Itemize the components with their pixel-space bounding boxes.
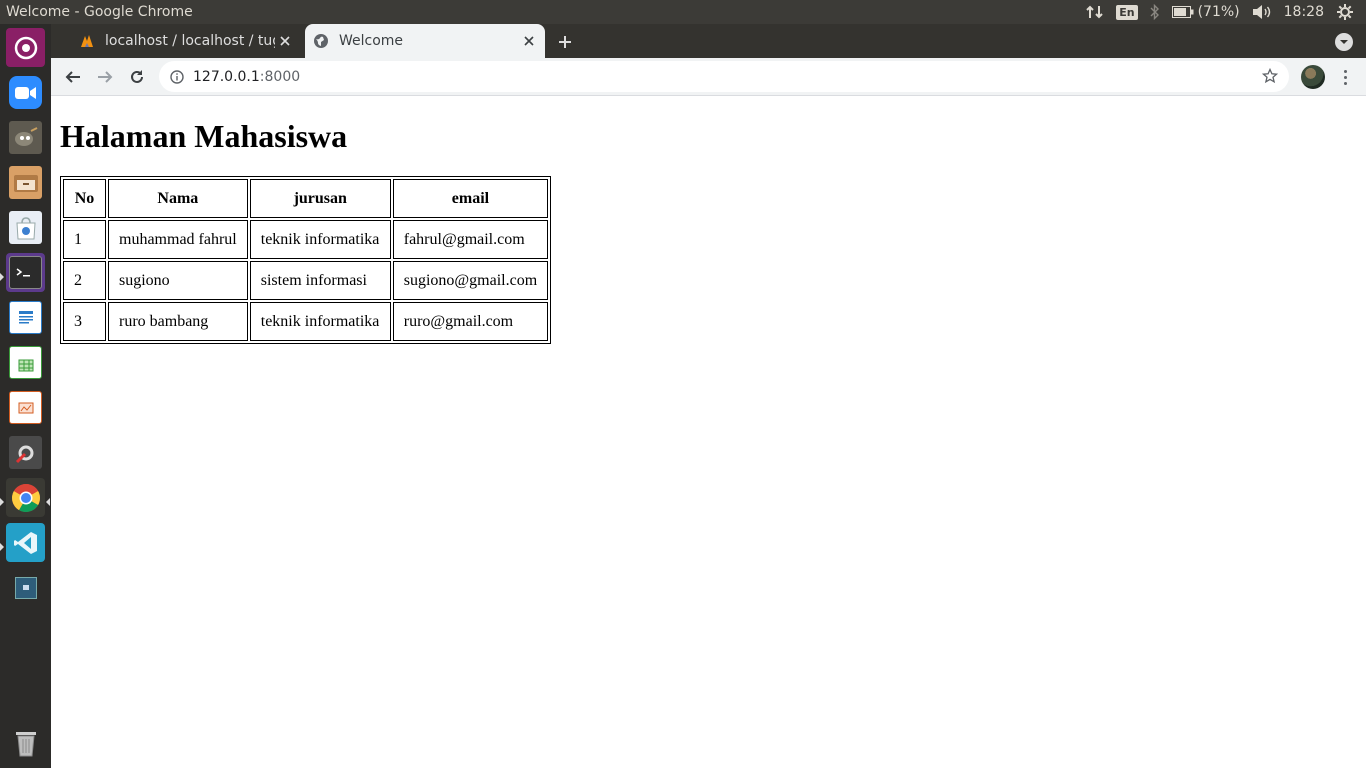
table-cell: ruro@gmail.com: [392, 302, 549, 341]
window-title: Welcome - Google Chrome: [6, 4, 193, 20]
column-header: No: [63, 179, 106, 218]
globe-icon: [314, 34, 328, 48]
table-cell: sugiono@gmail.com: [392, 261, 549, 300]
indicator-area: En (71%) 18:28: [1080, 0, 1366, 24]
phpmyadmin-icon: [81, 35, 93, 47]
trash-icon[interactable]: [6, 723, 45, 762]
arrow-left-icon: [65, 71, 80, 83]
column-header: email: [392, 179, 549, 218]
chrome-icon[interactable]: [6, 478, 45, 517]
impress-icon[interactable]: [6, 388, 45, 427]
vscode-icon[interactable]: [6, 523, 45, 562]
gimp-icon[interactable]: [6, 118, 45, 157]
settings-icon[interactable]: [6, 433, 45, 472]
reload-icon: [131, 70, 143, 83]
url-host: 127.0.0.1: [193, 68, 260, 85]
browser-window: localhost / localhost / tug Welcome 127.…: [51, 24, 1366, 96]
zoom-icon[interactable]: [6, 73, 45, 112]
mahasiswa-table: No Nama jurusan email 1 muhammad fahrul …: [60, 176, 552, 344]
keyboard-layout-indicator[interactable]: En: [1110, 0, 1143, 24]
workspace-switcher-icon[interactable]: [6, 568, 45, 607]
system-gear-icon[interactable]: [1330, 0, 1360, 24]
table-row: 2 sugiono sistem informasi sugiono@gmail…: [63, 261, 549, 300]
clock[interactable]: 18:28: [1278, 0, 1330, 24]
table-cell: sistem informasi: [249, 261, 391, 300]
table-row: 1 muhammad fahrul teknik informatika fah…: [63, 220, 549, 259]
top-panel: Welcome - Google Chrome En (71%) 18:28: [0, 0, 1366, 24]
table-cell: ruro bambang: [108, 302, 248, 341]
table-cell: muhammad fahrul: [108, 220, 248, 259]
table-cell: teknik informatika: [249, 302, 391, 341]
column-header: jurusan: [249, 179, 391, 218]
table-cell: fahrul@gmail.com: [392, 220, 549, 259]
table-cell: 3: [63, 302, 106, 341]
url-port: :8000: [259, 68, 301, 85]
tab-search-button[interactable]: [1335, 33, 1353, 51]
table-cell: sugiono: [108, 261, 248, 300]
battery-indicator[interactable]: (71%): [1166, 0, 1246, 24]
column-header: Nama: [108, 179, 248, 218]
forward-button[interactable]: [93, 65, 117, 89]
table-header-row: No Nama jurusan email: [63, 179, 549, 218]
new-tab-button[interactable]: [554, 31, 576, 53]
table-cell: teknik informatika: [249, 220, 391, 259]
battery-percent: (71%): [1197, 4, 1240, 20]
writer-icon[interactable]: [6, 298, 45, 337]
page-title: Halaman Mahasiswa: [60, 118, 348, 154]
tab-phpmyadmin[interactable]: localhost / localhost / tug: [71, 24, 301, 58]
reload-button[interactable]: [125, 65, 149, 89]
software-center-icon[interactable]: [6, 208, 45, 247]
terminal-icon[interactable]: [6, 253, 45, 292]
back-button[interactable]: [61, 65, 85, 89]
volume-icon[interactable]: [1246, 0, 1278, 24]
tab-welcome[interactable]: Welcome: [305, 24, 545, 58]
table-cell: 1: [63, 220, 106, 259]
ubuntu-dash-icon[interactable]: [6, 28, 45, 67]
page-content: Halaman Mahasiswa No Nama jurusan email …: [51, 96, 1366, 768]
battery-icon: [1171, 6, 1194, 18]
network-icon[interactable]: [1080, 0, 1110, 24]
address-bar[interactable]: 127.0.0.1:8000: [159, 61, 1289, 92]
files-icon[interactable]: [6, 163, 45, 202]
profile-avatar[interactable]: [1301, 65, 1325, 89]
bluetooth-icon[interactable]: [1144, 0, 1166, 24]
close-tab-icon[interactable]: [519, 31, 539, 51]
calc-icon[interactable]: [6, 343, 45, 382]
bookmark-star-icon[interactable]: [1261, 67, 1279, 85]
table-row: 3 ruro bambang teknik informatika ruro@g…: [63, 302, 549, 341]
table-cell: 2: [63, 261, 106, 300]
close-tab-icon[interactable]: [275, 31, 295, 51]
tab-strip: localhost / localhost / tug Welcome: [51, 24, 1366, 58]
arrow-right-icon: [98, 71, 113, 83]
browser-toolbar: 127.0.0.1:8000: [51, 58, 1366, 96]
launcher: [0, 24, 51, 768]
info-icon[interactable]: [169, 69, 185, 85]
chrome-menu-button[interactable]: [1335, 65, 1355, 89]
chevron-down-icon: [1340, 40, 1348, 44]
plus-icon: [559, 36, 571, 48]
